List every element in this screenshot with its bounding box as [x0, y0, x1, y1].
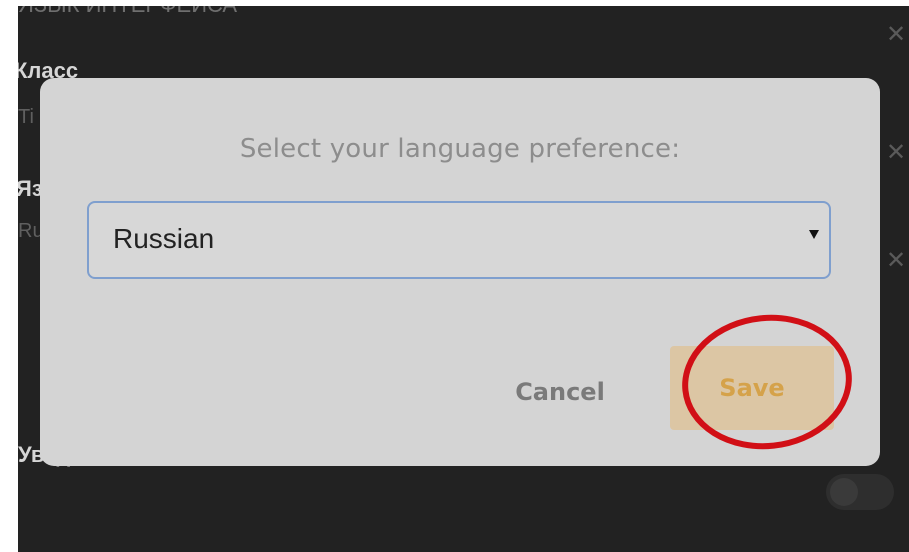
triangle-down-icon — [809, 230, 819, 239]
close-icon: ✕ — [886, 138, 907, 166]
language-dialog: Select your language preference: Russian… — [40, 78, 880, 466]
language-select[interactable]: Russian — [87, 201, 831, 279]
close-icon: ✕ — [886, 246, 907, 274]
close-icon: ✕ — [886, 20, 907, 48]
cancel-button[interactable]: Cancel — [496, 370, 624, 414]
background-sub-class: Ti — [18, 106, 34, 128]
language-prompt: Select your language preference: — [239, 134, 681, 164]
background-top-text: ЯЗЫК ИНТЕРФЕЙСА — [18, 6, 237, 18]
toggle-knob — [830, 478, 858, 506]
save-button[interactable]: Save — [670, 346, 834, 430]
background-toggle — [826, 474, 894, 510]
language-select-value: Russian — [113, 223, 215, 254]
